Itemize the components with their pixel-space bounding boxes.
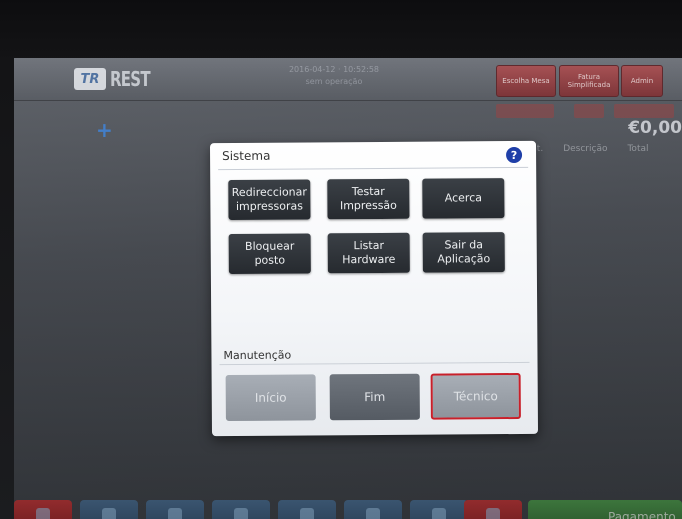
- logo-text: REST: [110, 67, 151, 91]
- col-description: Descrição: [563, 144, 608, 154]
- app-top-bar: TR REST 2016-04-12 · 10:52:58 sem operaç…: [14, 58, 682, 101]
- system-dialog: Sistema ? Redireccionar impressoras Test…: [209, 140, 539, 437]
- toolbar-button-2[interactable]: [80, 500, 138, 519]
- about-button[interactable]: Acerca: [422, 178, 505, 219]
- list-hardware-button[interactable]: Listar Hardware: [327, 232, 410, 274]
- top-status: 2016-04-12 · 10:52:58 sem operação: [264, 64, 404, 88]
- logo-badge: TR: [74, 68, 106, 90]
- top-info-line2: sem operação: [305, 77, 363, 86]
- lock-station-button[interactable]: Bloquear posto: [228, 233, 311, 275]
- choose-table-button[interactable]: Escolha Mesa: [496, 65, 556, 97]
- help-icon[interactable]: ?: [506, 146, 523, 164]
- maintenance-end-button[interactable]: Fim: [329, 373, 420, 421]
- simplified-invoice-button[interactable]: Fatura Simplificada: [559, 65, 619, 97]
- top-sub-row-1: [496, 104, 554, 118]
- plus-icon[interactable]: +: [96, 118, 113, 142]
- forward-icon: [234, 508, 248, 519]
- app-logo: TR REST: [74, 66, 163, 92]
- dialog-title: Sistema: [222, 148, 271, 164]
- maintenance-divider: [219, 361, 530, 366]
- title-divider: [218, 166, 529, 171]
- toolbar-button-delete[interactable]: [14, 500, 72, 519]
- top-sub-row-2: [574, 104, 604, 118]
- order-total: €0,00: [628, 118, 682, 138]
- toolbar-button-4[interactable]: [212, 500, 270, 519]
- maintenance-start-button[interactable]: Início: [225, 374, 316, 422]
- exit-application-button[interactable]: Sair da Aplicação: [422, 232, 505, 273]
- admin-button[interactable]: Admin: [621, 65, 663, 97]
- toolbar-button-7[interactable]: [410, 500, 468, 519]
- check-icon: [102, 508, 116, 519]
- trash-icon: [486, 508, 500, 519]
- maintenance-label: Manutenção: [223, 348, 292, 363]
- search-icon: [366, 508, 380, 519]
- tool-icon: [168, 508, 182, 519]
- payment-button[interactable]: Pagamento: [528, 500, 682, 519]
- col-total: Total: [627, 144, 649, 154]
- redirect-printers-button[interactable]: Redireccionar impressoras: [228, 179, 311, 221]
- toolbar-button-5[interactable]: [278, 500, 336, 519]
- top-sub-row-3: [614, 104, 674, 118]
- document-icon: [300, 508, 314, 519]
- delete-icon: [36, 508, 50, 519]
- order-table-header: Qnt. Descrição Total: [524, 144, 682, 160]
- toolbar-button-3[interactable]: [146, 500, 204, 519]
- test-print-button[interactable]: Testar Impressão: [327, 178, 410, 220]
- toolbar-button-8[interactable]: [464, 500, 522, 519]
- toolbar-button-6[interactable]: [344, 500, 402, 519]
- refresh-icon: [432, 508, 446, 519]
- bottom-toolbar: Pagamento: [14, 494, 682, 519]
- maintenance-technician-button[interactable]: Técnico: [430, 372, 521, 420]
- payment-label: Pagamento: [608, 510, 676, 519]
- top-info-line1: 2016-04-12 · 10:52:58: [288, 65, 380, 74]
